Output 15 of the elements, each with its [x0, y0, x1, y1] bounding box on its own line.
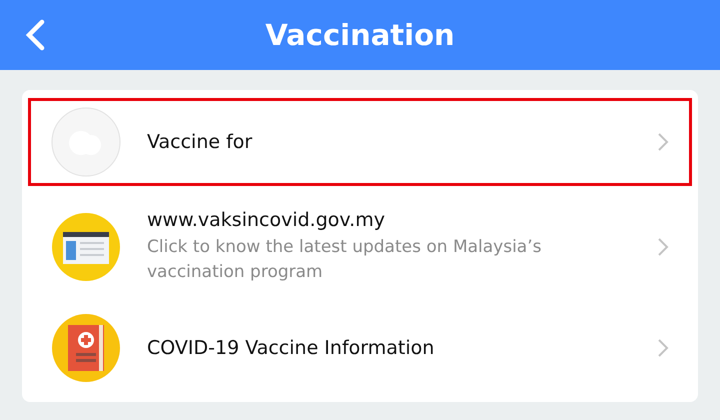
medical-book-icon: [51, 313, 121, 383]
blank-circle-icon: [51, 107, 121, 177]
menu-row[interactable]: COVID-19 Vaccine Information: [28, 304, 692, 392]
web-page-icon: [51, 212, 121, 282]
chevron-right-icon: [657, 338, 669, 358]
chevron-right-icon: [657, 132, 669, 152]
back-icon[interactable]: [24, 19, 46, 51]
item-description: Click to know the latest updates on Malaysia’s vaccination program: [147, 236, 542, 284]
item-title: Vaccine for: [147, 131, 254, 153]
page-title: Vaccination: [265, 18, 455, 52]
item-title: www.vaksincovid.gov.my: [147, 208, 386, 230]
menu-row[interactable]: www.vaksincovid.gov.my Click to know the latest updates on Malaysia’s vaccination program: [28, 196, 692, 298]
chevron-right-icon: [657, 237, 669, 257]
item-title: COVID-19 Vaccine Information: [147, 337, 436, 359]
highlighted-menu-row[interactable]: Vaccine for: [28, 98, 692, 186]
